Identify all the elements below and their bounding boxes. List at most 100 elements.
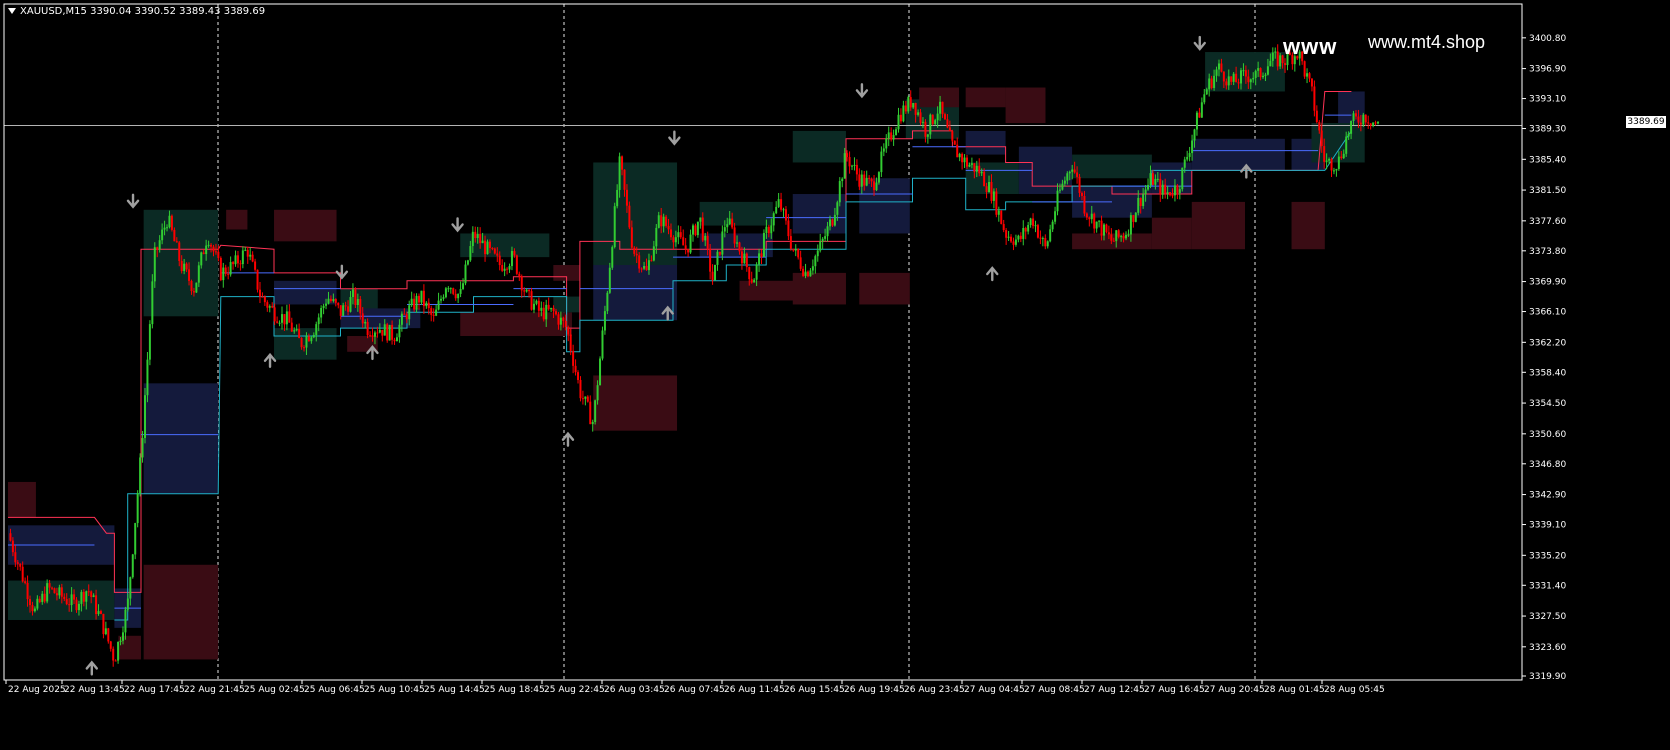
candle-body xyxy=(493,248,496,254)
candle-body xyxy=(109,641,112,649)
candle-body xyxy=(1100,220,1103,236)
candle-body xyxy=(1237,82,1240,84)
candle-body xyxy=(706,235,709,249)
candle-body xyxy=(1019,235,1022,239)
candle-body xyxy=(1007,236,1010,238)
candle-body xyxy=(1195,112,1198,130)
x-tick-label: 22 Aug 17:45 xyxy=(124,685,185,695)
chart-canvas[interactable]: 3400.80 3396.90 3393.10 3389.30 3385.40 3381.… xyxy=(0,0,1670,746)
candle-body xyxy=(457,293,460,299)
candle-body xyxy=(188,269,191,281)
candle-body xyxy=(285,311,288,325)
candle-body xyxy=(210,244,213,247)
candle-body xyxy=(1054,211,1057,222)
candle-body xyxy=(674,237,677,243)
chart[interactable]: 3400.80 3396.90 3393.10 3389.30 3385.40 3381.… xyxy=(0,0,1670,746)
candle-body xyxy=(625,189,628,206)
candle-body xyxy=(643,265,646,269)
candle-body xyxy=(136,493,139,524)
candle-body xyxy=(873,181,876,191)
candle-body xyxy=(831,219,834,226)
candle-body xyxy=(1271,52,1274,61)
candle-body xyxy=(1259,68,1262,78)
candle-body xyxy=(572,350,575,366)
x-tick-label: 28 Aug 01:45 xyxy=(1264,685,1325,695)
candle-body xyxy=(1095,221,1098,229)
candle-body xyxy=(73,594,76,600)
candle-body xyxy=(53,588,56,594)
candle-body xyxy=(740,251,743,264)
candle-body xyxy=(787,220,790,237)
candle-body xyxy=(655,227,658,247)
candle-body xyxy=(82,591,85,602)
candle-body xyxy=(334,299,337,303)
candle-body xyxy=(361,313,364,324)
candle-body xyxy=(1085,213,1088,218)
zone-red xyxy=(1291,201,1325,250)
candle-body xyxy=(391,324,394,340)
zone-red xyxy=(118,635,142,660)
candle-body xyxy=(178,242,181,262)
candle-body xyxy=(1107,232,1110,235)
candle-body xyxy=(811,266,814,271)
candle-body xyxy=(214,251,217,253)
candle-body xyxy=(364,321,367,324)
candle-body xyxy=(836,202,839,215)
candle-body xyxy=(388,324,391,341)
candle-body xyxy=(254,261,257,270)
candle-body xyxy=(1061,183,1064,190)
candle-body xyxy=(1345,136,1348,154)
candle-body xyxy=(506,268,509,270)
candle-body xyxy=(1147,184,1150,190)
candle-body xyxy=(1012,241,1015,245)
x-tick-label: 25 Aug 02:45 xyxy=(244,685,305,695)
candle-body xyxy=(745,253,748,268)
dropdown-triangle-icon[interactable] xyxy=(8,8,16,14)
candle-body xyxy=(596,385,599,401)
zone-red xyxy=(965,87,1006,108)
y-tick-label: 3377.60 xyxy=(1529,217,1566,227)
candle-body xyxy=(731,218,734,228)
candle-body xyxy=(806,271,809,277)
candle-body xyxy=(168,215,171,228)
candle-body xyxy=(224,267,227,274)
candle-body xyxy=(1205,89,1208,95)
candle-body xyxy=(684,245,687,250)
candle-body xyxy=(1325,160,1328,162)
candle-body xyxy=(1068,171,1071,174)
candle-body xyxy=(427,302,430,309)
candle-body xyxy=(90,591,93,597)
candle-body xyxy=(794,248,797,251)
candle-body xyxy=(46,583,49,602)
candle-body xyxy=(1027,224,1030,232)
candle-body xyxy=(567,327,570,335)
y-tick-label: 3342.90 xyxy=(1529,491,1566,501)
candle-body xyxy=(33,608,36,612)
zone-red xyxy=(919,87,960,108)
candle-body xyxy=(694,225,697,236)
candle-body xyxy=(337,302,340,306)
candle-body xyxy=(207,244,210,246)
candle-body xyxy=(1377,121,1379,124)
current-price-tag: 3389.69 xyxy=(1626,116,1666,128)
x-tick-label: 26 Aug 19:45 xyxy=(844,685,905,695)
candle-body xyxy=(904,105,907,112)
candle-body xyxy=(236,255,239,264)
candle-body xyxy=(797,248,800,258)
candle-body xyxy=(804,271,807,276)
candle-body xyxy=(645,265,648,271)
candle-body xyxy=(594,400,597,423)
candle-body xyxy=(19,563,22,567)
candle-body xyxy=(1076,172,1079,177)
candle-body xyxy=(481,240,484,244)
candle-body xyxy=(621,156,624,170)
candle-body xyxy=(121,632,124,641)
candle-body xyxy=(268,306,271,308)
candle-body xyxy=(1120,236,1123,238)
candle-body xyxy=(9,533,12,541)
candle-body xyxy=(1142,194,1145,207)
candle-body xyxy=(1103,224,1105,236)
candle-body xyxy=(956,144,959,158)
candle-body xyxy=(77,603,80,611)
candle-body xyxy=(442,297,445,299)
